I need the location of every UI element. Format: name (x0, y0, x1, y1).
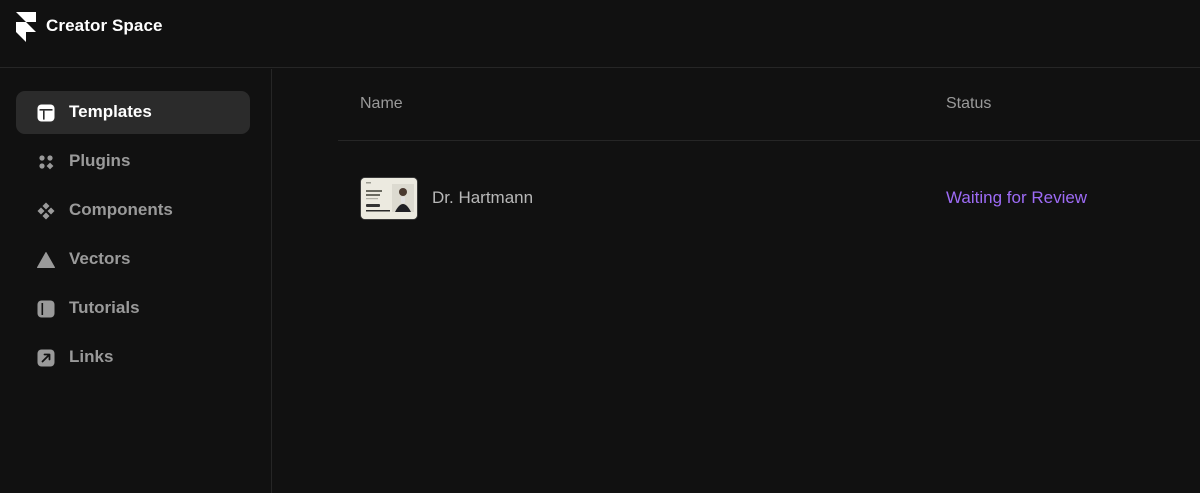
column-header-name[interactable]: Name (360, 95, 403, 113)
column-header-status[interactable]: Status (946, 95, 991, 113)
header-divider (338, 140, 1200, 141)
sidebar-item-label: Vectors (69, 249, 131, 268)
main-content: Name Status Dr. Hartmann Waiting for Rev… (273, 69, 1200, 493)
sidebar-item-label: Links (69, 347, 114, 366)
sidebar-item-plugins[interactable]: Plugins (16, 140, 250, 183)
sidebar-item-tutorials[interactable]: Tutorials (16, 287, 250, 330)
templates-icon (36, 103, 55, 122)
top-bar: Creator Space (0, 0, 1200, 68)
app-title: Creator Space (46, 16, 163, 35)
table-row[interactable]: Dr. Hartmann Waiting for Review (338, 169, 1200, 229)
sidebar-item-label: Templates (69, 102, 152, 121)
sidebar-item-components[interactable]: Components (16, 189, 250, 232)
sidebar-item-templates[interactable]: Templates (16, 91, 250, 134)
sidebar-item-vectors[interactable]: Vectors (16, 238, 250, 281)
sidebar-item-label: Plugins (69, 151, 131, 170)
sidebar-item-links[interactable]: Links (16, 336, 250, 379)
plugins-icon (36, 152, 55, 171)
template-name[interactable]: Dr. Hartmann (432, 188, 533, 208)
tutorials-icon (36, 299, 55, 318)
sidebar: Templates Plugins Components Vectors Tut… (0, 69, 272, 493)
vectors-icon (36, 250, 55, 269)
links-icon (36, 348, 55, 367)
template-thumbnail (360, 177, 418, 220)
components-icon (36, 201, 55, 220)
status-badge: Waiting for Review (946, 188, 1088, 207)
sidebar-item-label: Tutorials (69, 298, 140, 317)
framer-logo-icon[interactable] (16, 12, 36, 42)
sidebar-item-label: Components (69, 200, 173, 219)
